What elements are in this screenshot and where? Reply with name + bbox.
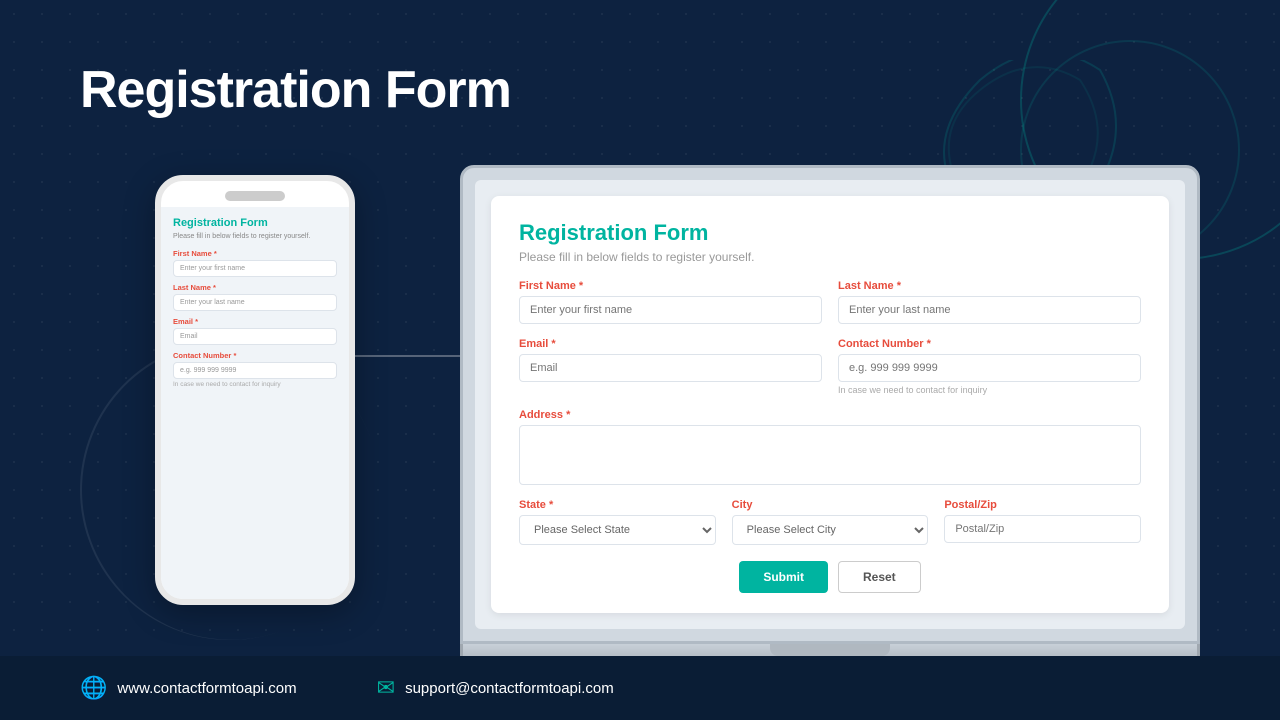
label-first-name: First Name * bbox=[519, 280, 822, 292]
footer-website-text: www.contactformtoapi.com bbox=[117, 680, 296, 697]
mobile-label-last-name: Last Name * bbox=[173, 283, 337, 292]
mobile-form-content: Registration Form Please fill in below f… bbox=[161, 207, 349, 599]
hint-contact-number: In case we need to contact for inquiry bbox=[838, 385, 1141, 395]
field-email: Email * bbox=[519, 338, 822, 395]
mobile-label-contact: Contact Number * bbox=[173, 351, 337, 360]
input-postal[interactable] bbox=[944, 515, 1141, 543]
mobile-label-first-name: First Name * bbox=[173, 249, 337, 258]
page-title: Registration Form bbox=[80, 60, 511, 120]
field-state: State * Please Select State bbox=[519, 499, 716, 545]
field-last-name: Last Name * bbox=[838, 280, 1141, 324]
mobile-form-subtitle: Please fill in below fields to register … bbox=[173, 232, 337, 241]
input-address[interactable] bbox=[519, 425, 1141, 485]
input-email[interactable] bbox=[519, 354, 822, 382]
laptop-stand bbox=[770, 644, 890, 656]
field-contact-number: Contact Number * In case we need to cont… bbox=[838, 338, 1141, 395]
submit-button[interactable]: Submit bbox=[739, 561, 828, 593]
footer-website: 🌐 www.contactformtoapi.com bbox=[80, 675, 297, 701]
label-postal: Postal/Zip bbox=[944, 499, 1141, 511]
mobile-input-last-name[interactable]: Enter your last name bbox=[173, 294, 337, 311]
field-address: Address * bbox=[519, 409, 1141, 485]
select-state[interactable]: Please Select State bbox=[519, 515, 716, 545]
globe-icon: 🌐 bbox=[80, 675, 107, 701]
mobile-input-first-name[interactable]: Enter your first name bbox=[173, 260, 337, 277]
form-button-row: Submit Reset bbox=[519, 561, 1141, 593]
footer-email: ✉ support@contactformtoapi.com bbox=[377, 675, 614, 701]
input-last-name[interactable] bbox=[838, 296, 1141, 324]
label-contact-number: Contact Number * bbox=[838, 338, 1141, 350]
mobile-label-email: Email * bbox=[173, 317, 337, 326]
label-city: City bbox=[732, 499, 929, 511]
email-icon: ✉ bbox=[377, 675, 395, 701]
desktop-form: Registration Form Please fill in below f… bbox=[491, 196, 1169, 613]
mobile-form-title: Registration Form bbox=[173, 217, 337, 229]
field-postal: Postal/Zip bbox=[944, 499, 1141, 545]
mobile-input-email[interactable]: Email bbox=[173, 328, 337, 345]
laptop-mockup: Registration Form Please fill in below f… bbox=[460, 165, 1200, 664]
arrow-decoration bbox=[352, 355, 472, 357]
form-row-contact: Email * Contact Number * In case we need… bbox=[519, 338, 1141, 395]
label-last-name: Last Name * bbox=[838, 280, 1141, 292]
desktop-form-title: Registration Form bbox=[519, 220, 1141, 246]
field-city: City Please Select City bbox=[732, 499, 929, 545]
select-city[interactable]: Please Select City bbox=[732, 515, 929, 545]
reset-button[interactable]: Reset bbox=[838, 561, 921, 593]
laptop-screen: Registration Form Please fill in below f… bbox=[460, 165, 1200, 644]
input-contact-number[interactable] bbox=[838, 354, 1141, 382]
label-address: Address * bbox=[519, 409, 1141, 421]
mobile-input-contact[interactable]: e.g. 999 999 9999 bbox=[173, 362, 337, 379]
footer-email-text: support@contactformtoapi.com bbox=[405, 680, 614, 697]
label-state: State * bbox=[519, 499, 716, 511]
field-first-name: First Name * bbox=[519, 280, 822, 324]
form-row-address: Address * bbox=[519, 409, 1141, 485]
form-row-location: State * Please Select State City Please … bbox=[519, 499, 1141, 545]
form-row-name: First Name * Last Name * bbox=[519, 280, 1141, 324]
desktop-form-subtitle: Please fill in below fields to register … bbox=[519, 250, 1141, 264]
laptop-screen-inner: Registration Form Please fill in below f… bbox=[475, 180, 1185, 629]
label-email: Email * bbox=[519, 338, 822, 350]
footer: 🌐 www.contactformtoapi.com ✉ support@con… bbox=[0, 656, 1280, 720]
mobile-hint-contact: In case we need to contact for inquiry bbox=[173, 381, 337, 388]
mobile-mockup: Registration Form Please fill in below f… bbox=[155, 175, 355, 605]
mobile-notch bbox=[225, 191, 285, 201]
input-first-name[interactable] bbox=[519, 296, 822, 324]
